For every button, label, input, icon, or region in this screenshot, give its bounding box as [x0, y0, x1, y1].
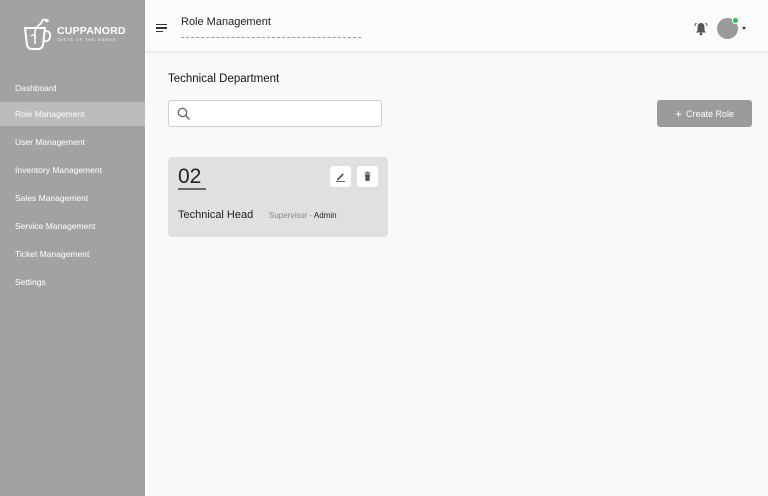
create-role-label: Create Role [685, 108, 735, 119]
sidebar-item-sales-management[interactable]: Sales Management [0, 186, 145, 210]
role-count: 02 [178, 165, 202, 188]
top-header: Role Management [145, 0, 768, 52]
reports-to-label: Supervisor [269, 211, 308, 220]
search-icon [177, 107, 190, 120]
role-card[interactable]: 02 Technical Head Supervisor - Admin [168, 157, 388, 237]
sidebar-item-inventory-management[interactable]: Inventory Management [0, 158, 145, 182]
role-reporting: Supervisor - Admin [269, 211, 337, 220]
bell-icon[interactable] [693, 21, 709, 37]
title-underline [181, 37, 361, 38]
trash-icon [364, 171, 371, 181]
brand-logo[interactable]: CUPPANORD TASTE OF THE NORDS [21, 16, 126, 52]
role-title: Technical Head [178, 209, 254, 221]
cup-logo-icon [23, 18, 52, 50]
create-role-button[interactable]: + Create Role [657, 100, 752, 127]
sidebar-item-dashboard[interactable]: Dashboard [0, 76, 145, 100]
online-status-dot [732, 17, 739, 24]
meta-separator: - [309, 211, 312, 220]
search-input[interactable] [193, 104, 377, 123]
search-box[interactable] [168, 100, 382, 127]
brand-name: CUPPANORD [57, 25, 126, 37]
user-menu[interactable] [717, 17, 749, 40]
hamburger-menu-icon[interactable] [156, 24, 167, 32]
reports-to-value: Admin [313, 211, 337, 220]
sidebar-item-service-management[interactable]: Service Management [0, 214, 145, 238]
department-title: Technical Department [168, 73, 280, 85]
delete-role-button[interactable] [357, 166, 378, 187]
count-underline [178, 188, 206, 190]
edit-role-button[interactable] [330, 166, 351, 187]
sidebar-item-role-management[interactable]: Role Management [0, 102, 145, 126]
brand-tagline: TASTE OF THE NORDS [57, 38, 117, 42]
chevron-down-icon[interactable] [742, 27, 746, 30]
sidebar-item-ticket-management[interactable]: Ticket Management [0, 242, 145, 266]
pencil-icon [336, 173, 345, 182]
sidebar: CUPPANORD TASTE OF THE NORDS Dashboard R… [0, 0, 145, 496]
sidebar-item-settings[interactable]: Settings [0, 270, 145, 294]
plus-icon: + [674, 106, 682, 121]
sidebar-item-user-management[interactable]: User Management [0, 130, 145, 154]
page-title: Role Management [181, 16, 271, 28]
sidebar-nav: Dashboard Role Management User Managemen… [0, 76, 145, 294]
